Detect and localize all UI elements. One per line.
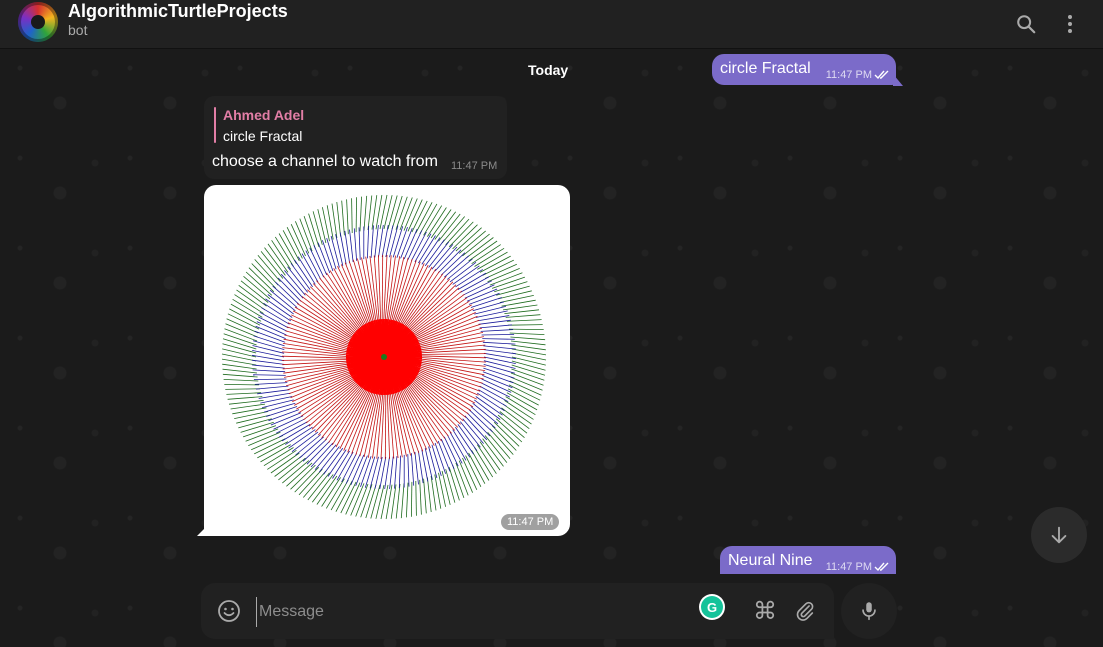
voice-record-button[interactable] (841, 583, 897, 639)
reply-indicator (214, 107, 216, 143)
avatar[interactable] (18, 2, 58, 42)
message-text: Neural Nine (728, 552, 813, 569)
search-button[interactable] (1011, 9, 1041, 39)
double-check-icon (874, 562, 889, 572)
message-time: 11:47 PM (825, 69, 872, 81)
incoming-message[interactable]: Ahmed Adel circle Fractal choose a chann… (204, 96, 507, 179)
command-icon: ⌘ (753, 597, 777, 625)
chat-status: bot (68, 22, 88, 38)
chat-title[interactable]: AlgorithmicTurtleProjects (68, 1, 288, 22)
bot-commands-button[interactable]: ⌘ (751, 597, 779, 625)
outgoing-message[interactable]: circle Fractal 11:47 PM (712, 54, 896, 85)
scroll-to-bottom-button[interactable] (1031, 507, 1087, 563)
message-time: 11:47 PM (825, 561, 872, 573)
more-vertical-icon (1068, 15, 1072, 33)
message-text: choose a channel to watch from (212, 153, 438, 170)
double-check-icon (874, 70, 889, 80)
message-composer: G ⌘ (201, 583, 834, 639)
date-separator: Today (528, 62, 569, 78)
microphone-icon (862, 602, 876, 621)
reply-text: circle Fractal (223, 128, 303, 144)
more-menu-button[interactable] (1055, 9, 1085, 39)
grammarly-icon[interactable]: G (701, 596, 723, 618)
fractal-image-message[interactable] (204, 185, 570, 536)
message-time: 11:47 PM (451, 160, 498, 172)
arrow-down-icon (1051, 526, 1067, 544)
paperclip-icon (796, 601, 814, 621)
attach-button[interactable] (791, 597, 819, 625)
message-text: circle Fractal (720, 60, 811, 77)
search-icon (1017, 15, 1036, 34)
image-time: 11:47 PM (501, 514, 560, 530)
circle-fractal-image (221, 194, 547, 520)
chat-header: AlgorithmicTurtleProjects bot (0, 0, 1103, 49)
reply-author[interactable]: Ahmed Adel (223, 107, 304, 123)
message-input[interactable] (256, 597, 681, 627)
outgoing-message[interactable]: Neural Nine 11:47 PM (720, 546, 896, 574)
emoji-icon[interactable] (217, 599, 241, 623)
